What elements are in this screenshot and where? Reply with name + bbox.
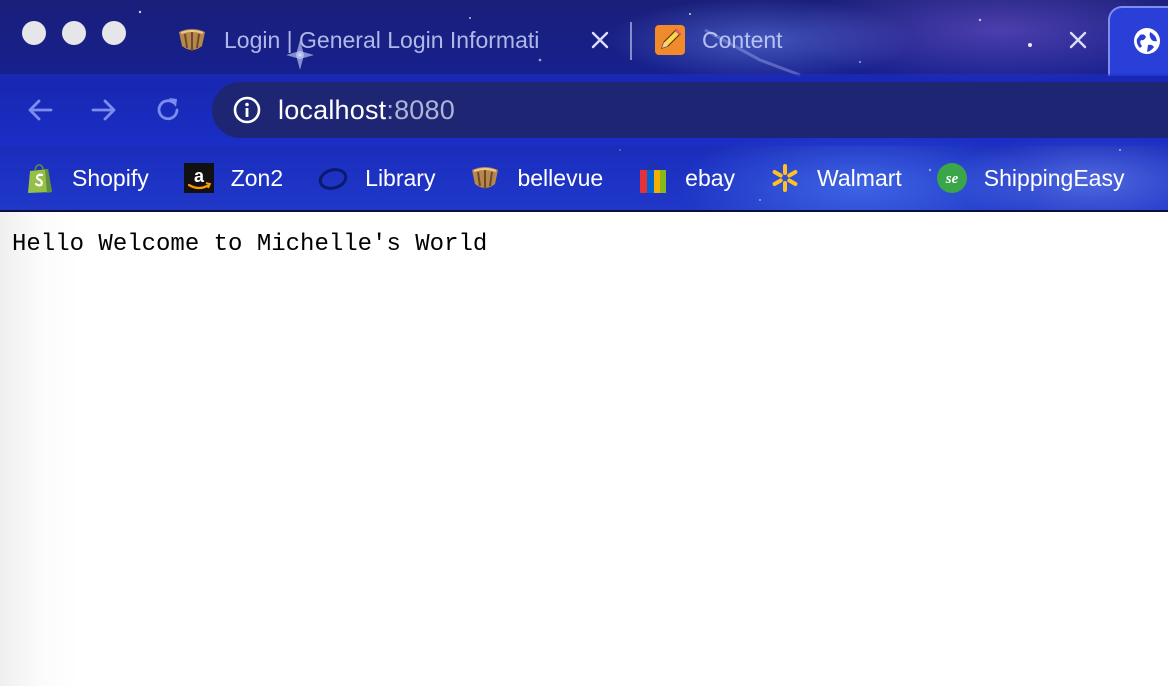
back-button[interactable]: [22, 92, 58, 128]
bookmark-walmart[interactable]: Walmart: [769, 162, 902, 194]
bookmark-label: Walmart: [817, 164, 902, 191]
shopify-bag-icon: [24, 162, 56, 194]
back-arrow-icon: [28, 99, 53, 121]
forward-button[interactable]: [86, 92, 122, 128]
window-close-button[interactable]: [22, 21, 46, 45]
library-ring-icon: [317, 162, 349, 194]
bookmark-label: Library: [365, 164, 436, 191]
url-port: :8080: [386, 94, 455, 125]
bookmarks-bar: Shopify a Zon2 Library bellevue ebay Wal…: [0, 146, 1168, 210]
bellevue-crest-icon: [176, 24, 208, 56]
shippingeasy-icon: se: [936, 162, 968, 194]
ebay-bag-icon: [637, 162, 669, 194]
url-host: localhost: [278, 94, 387, 125]
window-minimize-button[interactable]: [62, 21, 86, 45]
amazon-icon: a: [183, 162, 215, 194]
reload-icon: [157, 98, 179, 121]
tab-content[interactable]: Content: [630, 8, 1108, 72]
tab-active[interactable]: [1108, 6, 1168, 76]
page-viewport: Hello Welcome to Michelle's World: [0, 212, 1168, 686]
address-bar[interactable]: localhost:8080: [212, 82, 1168, 138]
bookmark-ebay[interactable]: ebay: [637, 162, 735, 194]
svg-text:a: a: [194, 166, 205, 186]
svg-text:se: se: [945, 171, 959, 187]
globe-icon: [1132, 26, 1162, 56]
bookmark-label: Shopify: [72, 164, 149, 191]
forward-arrow-icon: [91, 99, 116, 121]
bookmark-shopify[interactable]: Shopify: [24, 162, 149, 194]
reload-button[interactable]: [150, 92, 186, 128]
bookmark-zon2[interactable]: a Zon2: [183, 162, 283, 194]
walmart-spark-icon: [769, 162, 801, 194]
bookmark-label: Zon2: [230, 164, 284, 191]
window-zoom-button[interactable]: [102, 21, 126, 45]
tab-title: Login | General Login Informati: [224, 26, 540, 53]
tab-login[interactable]: Login | General Login Informati: [152, 8, 630, 72]
bookmark-label: ShippingEasy: [983, 164, 1125, 191]
page-text: Hello Welcome to Michelle's World: [12, 231, 488, 258]
close-icon[interactable]: [586, 26, 614, 54]
tab-strip: Login | General Login Informati Content: [0, 0, 1168, 76]
browser-chrome: Login | General Login Informati Content: [0, 0, 1168, 212]
bellevue-crest-icon: [469, 162, 501, 194]
pencil-icon: [654, 24, 686, 56]
bookmark-label: ebay: [685, 164, 736, 191]
bookmark-shippingeasy[interactable]: se ShippingEasy: [936, 162, 1125, 194]
bookmark-label: bellevue: [517, 164, 604, 191]
close-icon[interactable]: [1064, 26, 1092, 54]
info-icon[interactable]: [232, 95, 262, 125]
url-text: localhost:8080: [278, 95, 455, 126]
bookmark-bellevue[interactable]: bellevue: [469, 162, 603, 194]
tab-title: Content: [702, 26, 783, 53]
bookmark-library[interactable]: Library: [317, 162, 435, 194]
